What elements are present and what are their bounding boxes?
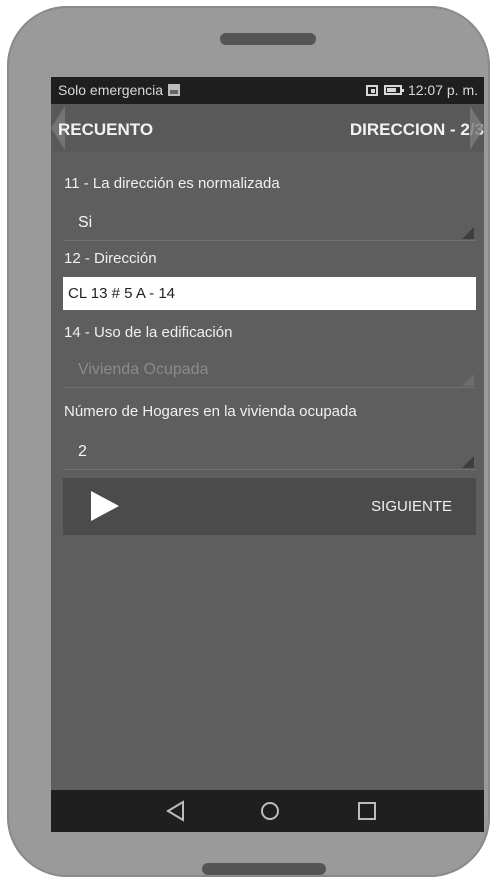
play-icon <box>91 491 119 521</box>
next-button-label: SIGUIENTE <box>371 498 452 515</box>
q14-spinner: Vivienda Ocupada <box>63 357 476 388</box>
navigation-bar <box>51 790 484 832</box>
q14-label: 14 - Uso de la edificación <box>64 324 233 341</box>
next-arrow-icon[interactable] <box>470 106 484 150</box>
battery-icon <box>383 85 404 95</box>
q11-label: 11 - La dirección es normalizada <box>64 175 280 192</box>
q11-spinner[interactable]: Si <box>63 210 476 241</box>
image-notification-icon <box>168 84 181 96</box>
phone-frame: Solo emergencia 12:07 p. m. RECUENTO DIR… <box>7 6 490 877</box>
address-field-wrapper <box>63 277 476 310</box>
q14-value: Vivienda Ocupada <box>78 361 209 378</box>
back-icon[interactable] <box>163 798 189 824</box>
action-bar: RECUENTO DIRECCION - 2/3 <box>51 104 484 152</box>
address-field[interactable] <box>63 277 476 310</box>
recent-apps-icon[interactable] <box>354 798 380 824</box>
households-spinner[interactable]: 2 <box>63 439 476 470</box>
page-indicator[interactable]: DIRECCION - 2/3 <box>350 120 484 140</box>
next-button[interactable]: SIGUIENTE <box>63 478 476 535</box>
home-icon[interactable] <box>257 798 283 824</box>
status-right: 12:07 p. m. <box>365 82 478 98</box>
status-bar: Solo emergencia 12:07 p. m. <box>51 77 484 104</box>
home-bar <box>202 863 326 875</box>
spinner-corner-icon <box>462 456 474 468</box>
households-label: Número de Hogares en la vivienda ocupada <box>64 403 357 420</box>
q11-value: Si <box>78 214 93 231</box>
carrier-text: Solo emergencia <box>58 82 164 98</box>
screen: Solo emergencia 12:07 p. m. RECUENTO DIR… <box>51 77 484 832</box>
clock-text: 12:07 p. m. <box>407 82 478 98</box>
spinner-corner-icon <box>462 374 474 386</box>
sim-icon <box>365 84 378 96</box>
q12-label: 12 - Dirección <box>64 250 157 267</box>
spinner-corner-icon <box>462 227 474 239</box>
households-value: 2 <box>78 443 87 460</box>
section-title[interactable]: RECUENTO <box>58 120 153 140</box>
status-left: Solo emergencia <box>58 82 181 98</box>
speaker-grille <box>220 33 316 45</box>
